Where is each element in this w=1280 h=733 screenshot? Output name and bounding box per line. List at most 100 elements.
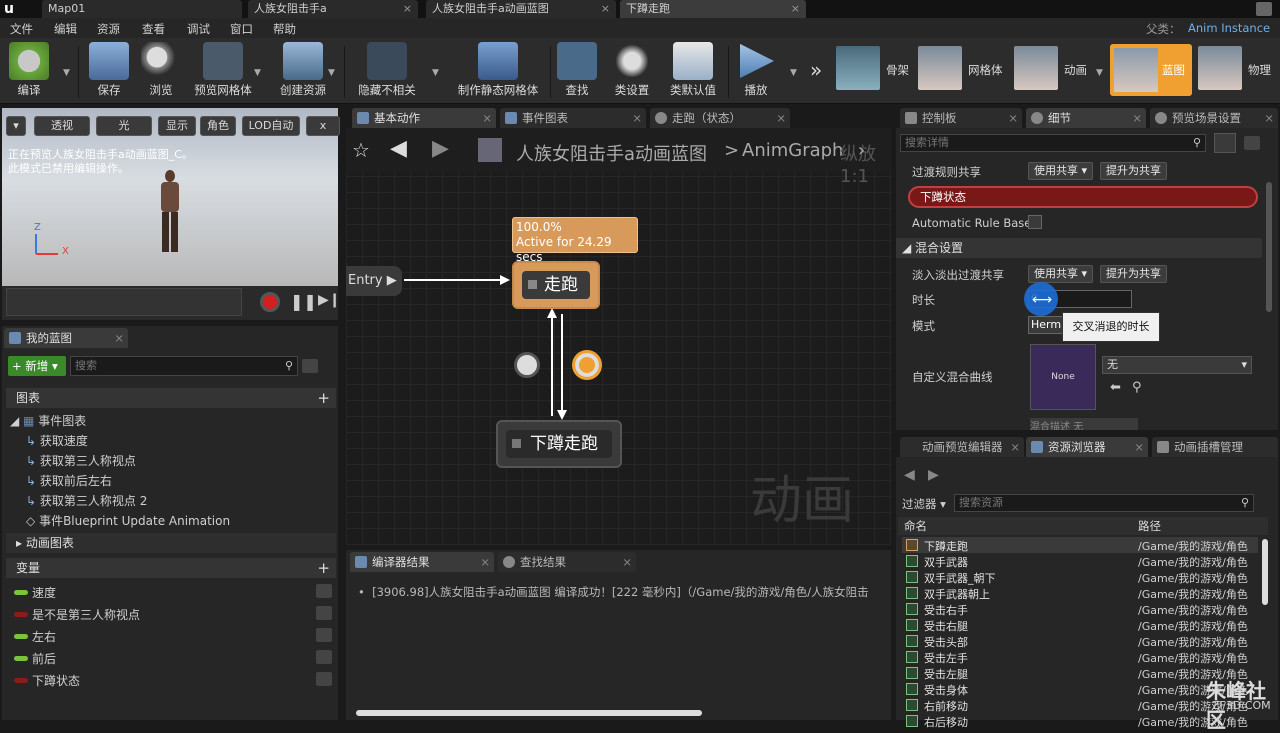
asset-row[interactable]: 受击右腿/Game/我的游戏/角色 bbox=[902, 617, 1258, 633]
details-scrollbar[interactable] bbox=[1266, 182, 1272, 312]
forward-arrow-icon[interactable]: ▶ bbox=[928, 467, 939, 483]
tab-anim-preview-editor[interactable]: 动画预览编辑器 × bbox=[900, 437, 1024, 457]
asset-row[interactable]: 受击左腿/Game/我的游戏/角色 bbox=[902, 665, 1258, 681]
mode-skeleton[interactable]: 骨架 bbox=[836, 46, 912, 94]
preview-viewport[interactable]: ▾ 透视 光 显示 角色 LOD自动 x 正在预览人族女阻击手a动画蓝图_C。 … bbox=[2, 108, 340, 286]
asset-row[interactable]: 双手武器朝上/Game/我的游戏/角色 bbox=[902, 585, 1258, 601]
viewport-menu-button[interactable]: ▾ bbox=[6, 116, 26, 136]
event-item-4[interactable]: ◇ 事件Blueprint Update Animation bbox=[26, 512, 230, 529]
tab-compiler-results[interactable]: 编译器结果 × bbox=[350, 552, 494, 572]
back-arrow-icon[interactable]: ◀ bbox=[904, 467, 915, 483]
use-shared-button[interactable]: 使用共享 ▾ bbox=[1028, 162, 1094, 180]
variable-visibility-icon[interactable] bbox=[316, 606, 332, 620]
use-selected-arrow-icon[interactable]: ⬅ bbox=[1110, 380, 1121, 395]
variables-section-header[interactable]: 变量 + bbox=[6, 558, 336, 578]
tab-my-blueprint[interactable]: 我的蓝图 × bbox=[4, 328, 128, 348]
tab-find-results[interactable]: 查找结果 × bbox=[498, 552, 636, 572]
preview-mesh-button[interactable]: 预览网格体 bbox=[190, 42, 256, 102]
column-name[interactable]: 命名 bbox=[904, 518, 927, 534]
state-node-run[interactable]: 走跑 bbox=[512, 261, 600, 309]
transition-rule-bar[interactable]: 下蹲状态 bbox=[908, 186, 1258, 208]
anim-graph-section[interactable]: ▸ 动画图表 bbox=[6, 533, 336, 553]
mode-animation[interactable]: 动画 bbox=[1014, 46, 1104, 94]
perspective-button[interactable]: 透视 bbox=[34, 116, 90, 136]
find-button[interactable]: 查找 bbox=[556, 42, 598, 102]
animation-dropdown-icon[interactable]: ▼ bbox=[1096, 68, 1103, 78]
blend-profile-select[interactable]: 混合描述 无 bbox=[1030, 418, 1138, 430]
character-button[interactable]: 角色 bbox=[200, 116, 236, 136]
graphs-section-header[interactable]: 图表 + bbox=[6, 388, 336, 408]
promote-shared-blend-button[interactable]: 提升为共享 bbox=[1100, 265, 1167, 283]
scale-button[interactable]: x bbox=[306, 116, 340, 136]
menu-help[interactable]: 帮助 bbox=[273, 21, 296, 37]
state-node-crouch[interactable]: 下蹲走跑 bbox=[496, 420, 622, 468]
tab-run-state[interactable]: 走跑（状态） × bbox=[650, 108, 790, 128]
tab-control-panel[interactable]: 控制板 × bbox=[900, 108, 1022, 128]
tab-preview-scene[interactable]: 预览场景设置 × bbox=[1150, 108, 1278, 128]
asset-row[interactable]: 受击身体/Game/我的游戏/角色 bbox=[902, 681, 1258, 697]
grid-view-icon[interactable] bbox=[1214, 133, 1236, 153]
menu-view[interactable]: 查看 bbox=[142, 21, 165, 37]
asset-row[interactable]: 右后移动/Game/我的游戏/角色 bbox=[902, 713, 1258, 729]
transition-rule-icon[interactable] bbox=[514, 352, 540, 378]
preview-mesh-dropdown-icon[interactable]: ▼ bbox=[254, 68, 261, 78]
column-path[interactable]: 路径 bbox=[1138, 518, 1161, 534]
asset-scrollbar[interactable] bbox=[1262, 539, 1268, 605]
variable-visibility-icon[interactable] bbox=[316, 628, 332, 642]
browse-search-icon[interactable]: ⚲ bbox=[1132, 380, 1142, 395]
tab-anim-blueprint[interactable]: 人族女阻击手a动画蓝图 × bbox=[426, 0, 616, 18]
variable-visibility-icon[interactable] bbox=[316, 650, 332, 664]
blueprint-search-input[interactable]: 搜索 ⚲ bbox=[70, 356, 298, 376]
step-forward-icon[interactable]: ▶❙ bbox=[318, 292, 341, 312]
hide-unrelated-dropdown-icon[interactable]: ▼ bbox=[432, 68, 439, 78]
browse-button[interactable]: 浏览 bbox=[138, 42, 184, 102]
unreal-logo-icon[interactable]: u bbox=[4, 0, 24, 18]
pause-icon[interactable]: ❚❚ bbox=[290, 292, 317, 312]
variable-visibility-icon[interactable] bbox=[316, 672, 332, 686]
visibility-eye-icon[interactable] bbox=[1244, 136, 1260, 150]
event-graph-item[interactable]: ◢ ▦ 事件图表 bbox=[10, 412, 86, 429]
visibility-eye-icon[interactable] bbox=[302, 359, 318, 373]
add-variable-icon[interactable]: + bbox=[317, 558, 330, 578]
lit-button[interactable]: 光 bbox=[96, 116, 152, 136]
tab-asset-browser[interactable]: 资源浏览器 × bbox=[1026, 437, 1148, 457]
mode-physics[interactable]: 物理 bbox=[1198, 46, 1278, 94]
asset-row[interactable]: 下蹲走跑/Game/我的游戏/角色 bbox=[902, 537, 1258, 553]
tab-basic-actions[interactable]: 基本动作 × bbox=[352, 108, 496, 128]
class-defaults-button[interactable]: 类默认值 bbox=[664, 42, 722, 102]
horizontal-scrollbar[interactable] bbox=[356, 710, 702, 716]
promote-shared-button[interactable]: 提升为共享 bbox=[1100, 162, 1167, 180]
save-button[interactable]: 保存 bbox=[86, 42, 132, 102]
asset-row[interactable]: 受击左手/Game/我的游戏/角色 bbox=[902, 649, 1258, 665]
anim-graph-canvas[interactable]: ☆ ◀ ▶ 人族女阻击手a动画蓝图 > AnimGraph 纵放 1:1 › E… bbox=[346, 128, 891, 545]
play-button[interactable]: 播放 bbox=[734, 42, 778, 102]
tab-character[interactable]: 人族女阻击手a × bbox=[248, 0, 418, 18]
overflow-chevron-icon[interactable]: » bbox=[810, 58, 822, 82]
tab-details[interactable]: 细节 × bbox=[1026, 108, 1146, 128]
event-item-3[interactable]: ↳ 获取第三人称视点 2 bbox=[26, 492, 147, 509]
tab-map01[interactable]: Map01 bbox=[42, 0, 242, 18]
auto-rule-checkbox[interactable] bbox=[1028, 215, 1042, 229]
menu-asset[interactable]: 资源 bbox=[97, 21, 120, 37]
asset-row[interactable]: 受击头部/Game/我的游戏/角色 bbox=[902, 633, 1258, 649]
hide-unrelated-button[interactable]: 隐藏不相关 bbox=[352, 42, 422, 102]
use-shared-blend-button[interactable]: 使用共享 ▾ bbox=[1028, 265, 1094, 283]
event-item-2[interactable]: ↳ 获取前后左右 bbox=[26, 472, 112, 489]
class-settings-button[interactable]: 类设置 bbox=[606, 42, 658, 102]
curve-thumbnail[interactable]: None bbox=[1030, 344, 1096, 410]
filter-button[interactable]: 过滤器 ▾ bbox=[902, 496, 946, 512]
tab-crouch-blendspace[interactable]: 下蹲走跑 × bbox=[620, 0, 806, 18]
show-button[interactable]: 显示 bbox=[158, 116, 196, 136]
add-graph-icon[interactable]: + bbox=[317, 388, 330, 408]
lod-button[interactable]: LOD自动 bbox=[242, 116, 300, 136]
compile-dropdown-icon[interactable]: ▼ bbox=[63, 68, 70, 78]
create-asset-button[interactable]: 创建资源 bbox=[274, 42, 332, 102]
asset-search-input[interactable]: 搜索资源 ⚲ bbox=[954, 494, 1254, 512]
tab-event-graph[interactable]: 事件图表 × bbox=[500, 108, 646, 128]
user-icon[interactable] bbox=[1256, 2, 1272, 16]
play-dropdown-icon[interactable]: ▼ bbox=[790, 68, 797, 78]
details-search-input[interactable]: 搜索详情 ⚲ bbox=[900, 134, 1206, 152]
event-item-0[interactable]: ↳ 获取速度 bbox=[26, 432, 88, 449]
record-icon[interactable] bbox=[260, 292, 280, 312]
parent-class-link[interactable]: Anim Instance bbox=[1188, 21, 1270, 35]
